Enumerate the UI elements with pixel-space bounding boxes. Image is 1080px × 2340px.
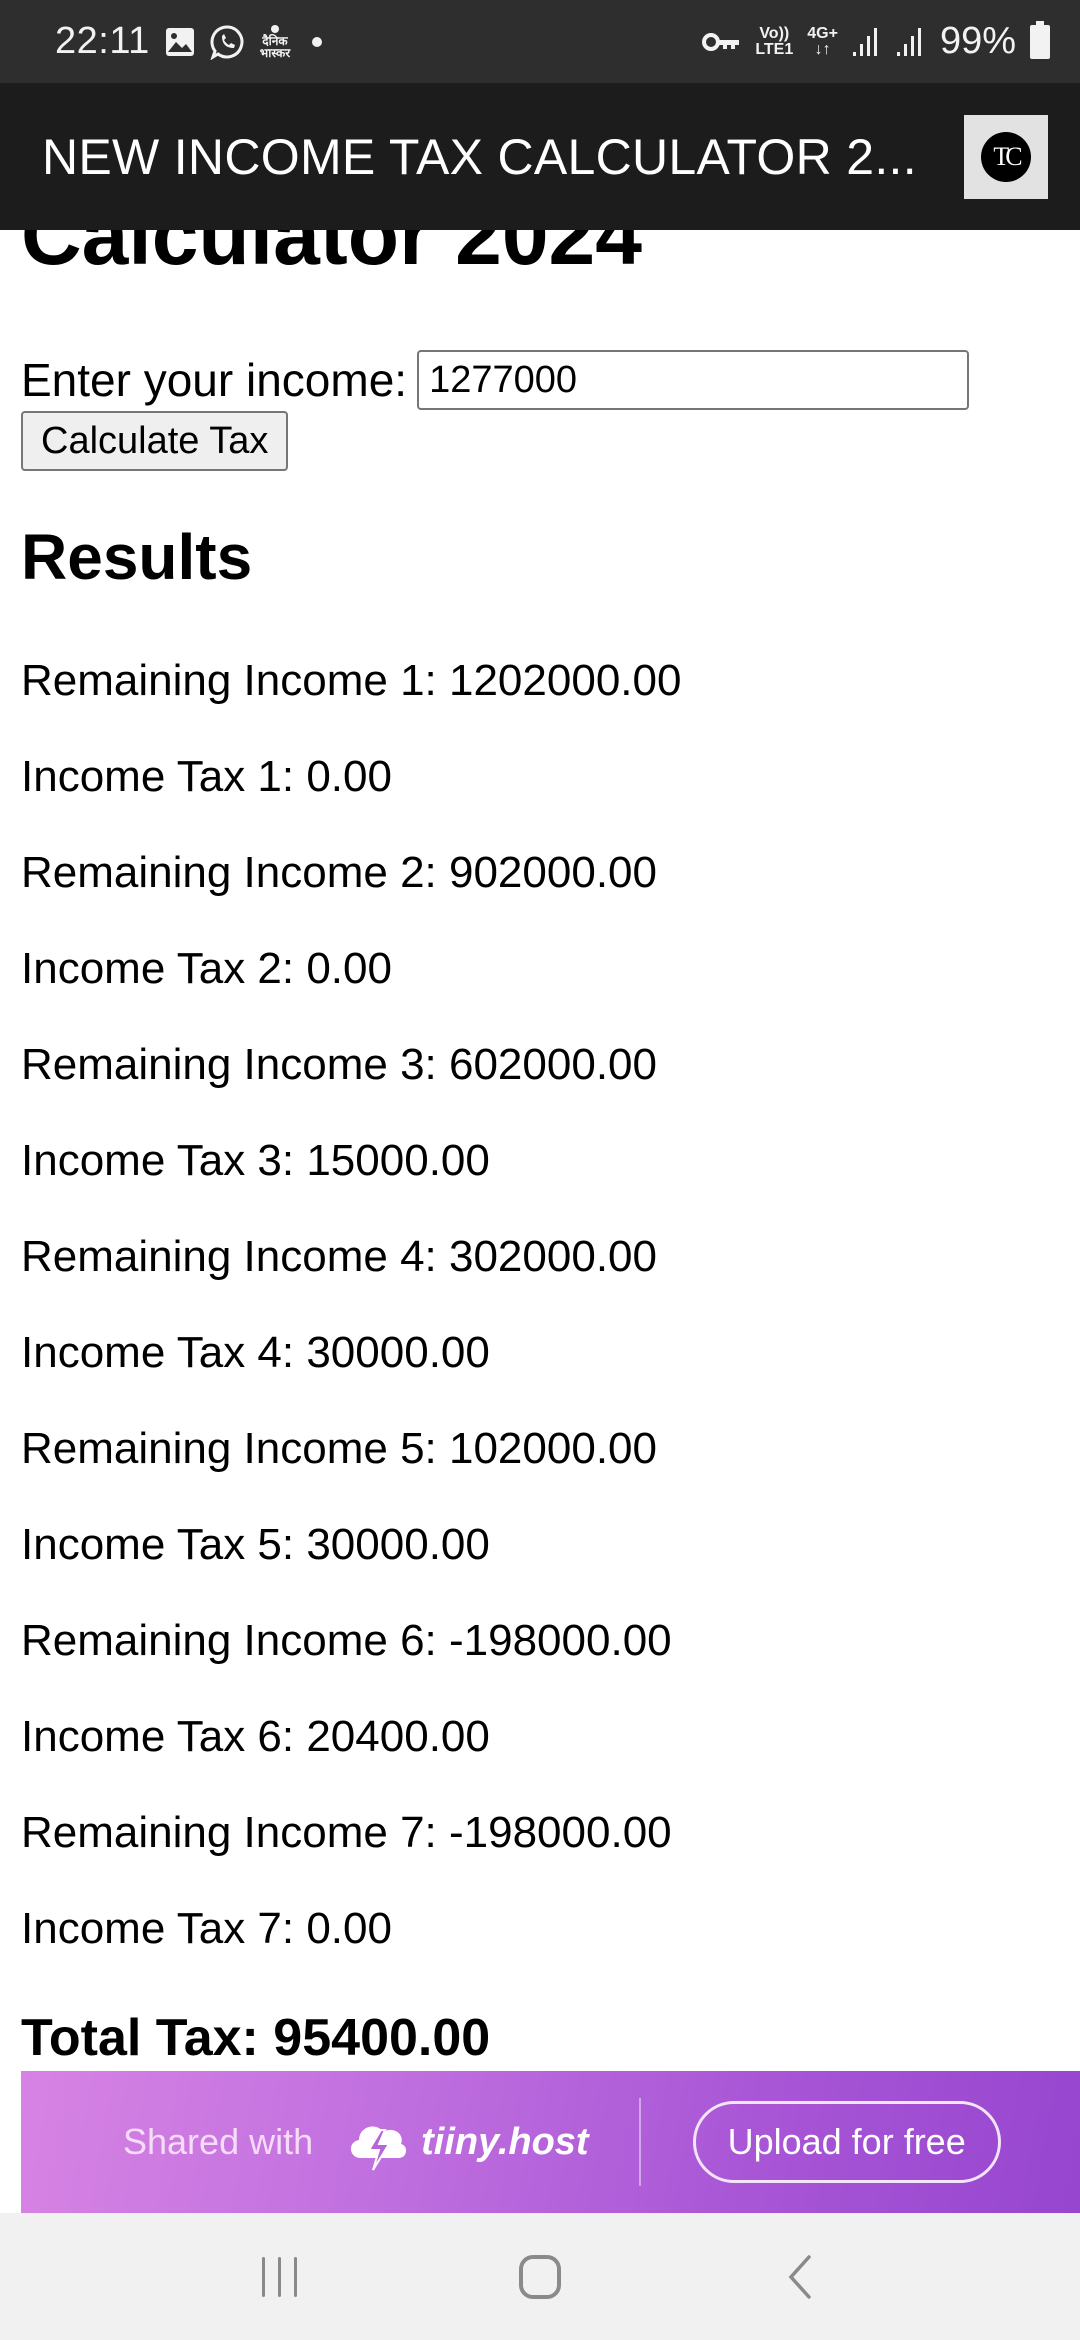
total-tax: Total Tax: 95400.00 [21, 2009, 491, 2067]
result-line: Remaining Income 1: 1202000.00 [21, 656, 682, 705]
vpn-key-icon [701, 30, 741, 54]
tc-logo-icon: TC [981, 131, 1031, 182]
result-line: Income Tax 3: 15000.00 [21, 1136, 490, 1185]
result-line: Income Tax 1: 0.00 [21, 752, 392, 801]
network-top: 4G+ [807, 24, 838, 42]
volte-bottom: LTE1 [755, 40, 794, 58]
shared-with-text: Shared with [123, 2121, 314, 2162]
status-bar: 22:11 दैनिक भास्कर Vo)) LTE1 4G+ ↓↑ 99% [0, 0, 1080, 83]
battery-percent: 99% [939, 20, 1016, 62]
volte-top: Vo)) [759, 24, 790, 42]
calculate-tax-button[interactable]: Calculate Tax [21, 411, 289, 471]
income-input[interactable] [417, 350, 970, 410]
status-left: 22:11 दैनिक भास्कर [55, 20, 323, 63]
network-bottom: ↓↑ [814, 40, 831, 58]
signal-sim1-icon [852, 26, 882, 58]
income-label: Enter your income: [21, 354, 408, 406]
result-line: Income Tax 4: 30000.00 [21, 1328, 490, 1377]
signal-sim2-icon [896, 26, 926, 58]
result-line: Income Tax 2: 0.00 [21, 944, 392, 993]
back-button[interactable] [760, 2237, 840, 2317]
result-line: Remaining Income 4: 302000.00 [21, 1232, 657, 1281]
home-button[interactable] [500, 2237, 580, 2317]
recent-apps-button[interactable] [240, 2237, 320, 2317]
dainik-label-bottom: भास्कर [259, 45, 291, 60]
dainik-label-top: दैनिक [262, 33, 288, 48]
dainik-bhaskar-icon: दैनिक भास्कर [259, 24, 291, 60]
results-heading: Results [21, 521, 253, 593]
result-line: Remaining Income 2: 902000.00 [21, 848, 657, 897]
app-header: NEW INCOME TAX CALCULATOR 2... TC [0, 83, 1080, 230]
result-line: Remaining Income 6: -198000.00 [21, 1616, 672, 1665]
result-line: Remaining Income 7: -198000.00 [21, 1808, 672, 1857]
result-line: Remaining Income 3: 602000.00 [21, 1040, 657, 1089]
tiiny-host-name: tiiny.host [421, 2120, 589, 2163]
status-time: 22:11 [55, 20, 150, 62]
gallery-icon [164, 26, 196, 58]
result-line: Income Tax 7: 0.00 [21, 1904, 392, 1953]
4g-plus-data-icon: 4G+ ↓↑ [807, 24, 838, 58]
result-line: Income Tax 5: 30000.00 [21, 1520, 490, 1569]
home-icon [519, 2254, 561, 2299]
system-nav-bar [0, 2213, 1080, 2340]
banner-divider [638, 2098, 641, 2186]
app-logo[interactable]: TC [964, 114, 1048, 199]
tiiny-host-logo[interactable]: tiiny.host [343, 2112, 589, 2172]
back-icon [788, 2254, 811, 2299]
results-list: Remaining Income 1: 1202000.00 Income Ta… [21, 655, 681, 1999]
battery-icon [1030, 20, 1050, 59]
result-line: Income Tax 6: 20400.00 [21, 1712, 490, 1761]
recent-apps-icon [262, 2256, 297, 2297]
notification-dot-icon [312, 36, 323, 47]
status-right: Vo)) LTE1 4G+ ↓↑ 99% [701, 20, 1050, 63]
income-form-row: Enter your income: [21, 350, 970, 410]
upload-for-free-button[interactable]: Upload for free [692, 2101, 1001, 2183]
whatsapp-icon [210, 24, 246, 60]
result-line: Remaining Income 5: 102000.00 [21, 1424, 657, 1473]
app-title: NEW INCOME TAX CALCULATOR 2... [42, 128, 917, 185]
tiiny-host-banner[interactable]: Shared with tiiny.host Upload for free [21, 2071, 1080, 2213]
volte-icon: Vo)) LTE1 [755, 24, 794, 58]
cloud-lightning-icon [351, 2126, 407, 2171]
